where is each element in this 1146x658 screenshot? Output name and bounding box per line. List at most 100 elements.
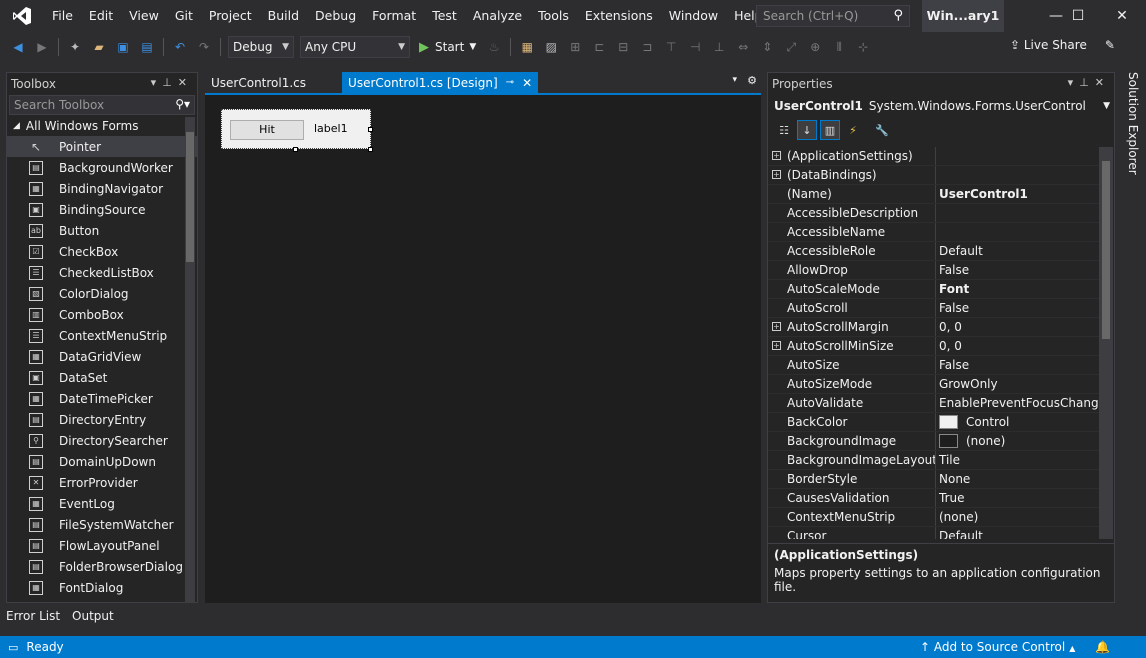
toolbox-item-directorysearcher[interactable]: ⚲ DirectorySearcher xyxy=(7,430,197,451)
toolbox-item-checkbox[interactable]: ☑ CheckBox xyxy=(7,241,197,262)
panel-buttons[interactable]: ▾⊥✕ xyxy=(1068,76,1110,89)
menu-extensions[interactable]: Extensions xyxy=(577,0,661,32)
events-icon[interactable]: ⚡ xyxy=(843,120,863,140)
tab-error-list[interactable]: Error List xyxy=(0,608,66,628)
format-icon[interactable]: ▨ xyxy=(541,37,561,57)
visual-studio-logo-icon[interactable] xyxy=(0,0,44,32)
expand-icon[interactable]: + xyxy=(772,151,781,160)
property-row[interactable]: AllowDrop False xyxy=(768,261,1099,280)
resize-handle-corner[interactable] xyxy=(368,147,373,152)
alphabetical-icon[interactable]: ↓ xyxy=(797,120,817,140)
property-row[interactable]: AutoValidate EnablePreventFocusChange xyxy=(768,394,1099,413)
property-row[interactable]: + (ApplicationSettings) xyxy=(768,147,1099,166)
toolbox-item-button[interactable]: ab Button xyxy=(7,220,197,241)
menu-edit[interactable]: Edit xyxy=(81,0,121,32)
panel-buttons[interactable]: ▾⊥✕ xyxy=(151,76,193,89)
resize-handle-right[interactable] xyxy=(368,127,373,132)
user-control[interactable]: Hit label1 xyxy=(221,109,371,149)
property-value[interactable]: (none) xyxy=(936,508,1099,526)
menu-project[interactable]: Project xyxy=(201,0,260,32)
menu-test[interactable]: Test xyxy=(424,0,465,32)
search-box[interactable]: Search (Ctrl+Q) ⚲ xyxy=(756,5,910,27)
same-height-icon[interactable]: ⇕ xyxy=(757,37,777,57)
scrollbar-thumb[interactable] xyxy=(186,132,194,262)
toolbox-item-checkedlistbox[interactable]: ☰ CheckedListBox xyxy=(7,262,197,283)
solution-explorer-tab[interactable]: Solution Explorer xyxy=(1120,72,1140,182)
size-to-grid-icon[interactable]: ⊕ xyxy=(805,37,825,57)
browse-folder-icon[interactable]: ▦ xyxy=(517,37,537,57)
property-value[interactable]: 0, 0 xyxy=(936,318,1099,336)
maximize-icon[interactable]: ☐ xyxy=(1056,0,1100,32)
toolbox-group-header[interactable]: ◢ All Windows Forms xyxy=(7,115,197,136)
toolbox-item-pointer[interactable]: ↖ Pointer xyxy=(7,136,197,157)
property-row[interactable]: BackColor Control xyxy=(768,413,1099,432)
tab-list-icon[interactable]: ▾ xyxy=(732,75,737,85)
resize-handle-bottom[interactable] xyxy=(293,147,298,152)
settings-icon[interactable]: ⚙ xyxy=(747,74,757,87)
menu-file[interactable]: File xyxy=(44,0,81,32)
source-control-button[interactable]: ↑ Add to Source Control ▲ xyxy=(920,640,1075,654)
property-row[interactable]: BorderStyle None xyxy=(768,470,1099,489)
toolbox-item-bindingsource[interactable]: ▣ BindingSource xyxy=(7,199,197,220)
toolbox-item-combobox[interactable]: ▥ ComboBox xyxy=(7,304,197,325)
toolbox-item-colordialog[interactable]: ▧ ColorDialog xyxy=(7,283,197,304)
align-bottom-icon[interactable]: ⊥ xyxy=(709,37,729,57)
save-icon[interactable]: ▣ xyxy=(113,37,133,57)
menu-format[interactable]: Format xyxy=(364,0,424,32)
property-value[interactable] xyxy=(936,166,1099,184)
toolbox-item-fontdialog[interactable]: ▦ FontDialog xyxy=(7,577,197,598)
property-value[interactable]: None xyxy=(936,470,1099,488)
property-value[interactable]: EnablePreventFocusChange xyxy=(936,394,1099,412)
toolbox-scrollbar[interactable] xyxy=(185,117,195,603)
property-row[interactable]: BackgroundImage (none) xyxy=(768,432,1099,451)
redo-icon[interactable]: ↷ xyxy=(194,37,214,57)
property-row[interactable]: AutoScaleMode Font xyxy=(768,280,1099,299)
toolbox-item-flowlayoutpanel[interactable]: ▤ FlowLayoutPanel xyxy=(7,535,197,556)
property-value[interactable]: Control xyxy=(936,413,1099,431)
live-share-button[interactable]: ⇪ Live Share ✎ xyxy=(1010,38,1115,52)
property-row[interactable]: AutoSize False xyxy=(768,356,1099,375)
configuration-select[interactable]: Debug ▼ xyxy=(228,36,294,58)
back-icon[interactable]: ◀ xyxy=(8,37,28,57)
property-value[interactable]: Font xyxy=(936,280,1099,298)
property-row[interactable]: AutoSizeMode GrowOnly xyxy=(768,375,1099,394)
new-project-icon[interactable]: ✦ xyxy=(65,37,85,57)
property-value[interactable]: False xyxy=(936,299,1099,317)
hit-button[interactable]: Hit xyxy=(230,120,304,140)
property-row[interactable]: AutoScroll False xyxy=(768,299,1099,318)
expand-icon[interactable]: + xyxy=(772,170,781,179)
toolbox-item-domainupdown[interactable]: ▤ DomainUpDown xyxy=(7,451,197,472)
property-value[interactable] xyxy=(936,204,1099,222)
platform-select[interactable]: Any CPU ▼ xyxy=(300,36,410,58)
expand-icon[interactable]: + xyxy=(772,322,781,331)
property-row[interactable]: Cursor Default xyxy=(768,527,1099,539)
tab-design[interactable]: UserControl1.cs [Design] ⊸ ✕ xyxy=(342,72,539,93)
notifications-icon[interactable]: 🔔 xyxy=(1095,640,1110,654)
menu-analyze[interactable]: Analyze xyxy=(465,0,530,32)
same-width-icon[interactable]: ⇔ xyxy=(733,37,753,57)
label1[interactable]: label1 xyxy=(314,122,348,135)
object-selector[interactable]: UserControl1 System.Windows.Forms.UserCon… xyxy=(768,95,1114,117)
categorized-icon[interactable]: ☷ xyxy=(774,120,794,140)
toolbox-item-dataset[interactable]: ▣ DataSet xyxy=(7,367,197,388)
pin-icon[interactable]: ⊸ xyxy=(506,73,514,93)
align-middle-icon[interactable]: ⊣ xyxy=(685,37,705,57)
toolbox-item-contextmenustrip[interactable]: ☰ ContextMenuStrip xyxy=(7,325,197,346)
property-row[interactable]: (Name) UserControl1 xyxy=(768,185,1099,204)
property-row[interactable]: AccessibleName xyxy=(768,223,1099,242)
open-icon[interactable]: ▰ xyxy=(89,37,109,57)
toolbox-item-folderbrowserdialog[interactable]: ▤ FolderBrowserDialog xyxy=(7,556,197,577)
toolbox-search-input[interactable]: Search Toolbox ⚲▾ xyxy=(9,95,195,115)
property-row[interactable]: + AutoScrollMargin 0, 0 xyxy=(768,318,1099,337)
close-window-icon[interactable]: ✕ xyxy=(1102,0,1142,32)
property-row[interactable]: + (DataBindings) xyxy=(768,166,1099,185)
spacing-icon[interactable]: ⦀ xyxy=(829,37,849,57)
property-value[interactable]: (none) xyxy=(936,432,1099,450)
menu-debug[interactable]: Debug xyxy=(307,0,364,32)
align-center-icon[interactable]: ⊟ xyxy=(613,37,633,57)
property-row[interactable]: CausesValidation True xyxy=(768,489,1099,508)
scrollbar-thumb[interactable] xyxy=(1102,161,1110,339)
align-grid-icon[interactable]: ⊞ xyxy=(565,37,585,57)
align-top-icon[interactable]: ⊤ xyxy=(661,37,681,57)
property-value[interactable]: Default xyxy=(936,527,1099,539)
